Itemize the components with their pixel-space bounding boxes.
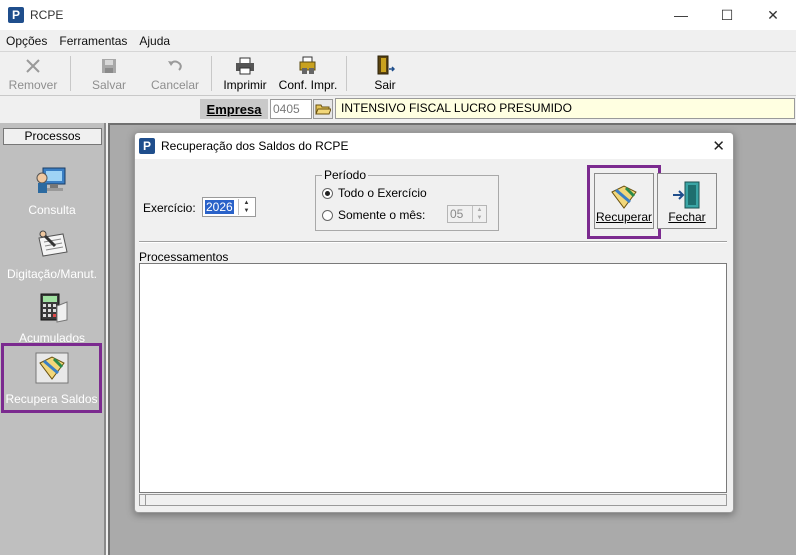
- radio-unselected-icon: [322, 209, 333, 221]
- sidebar-item-digitacao[interactable]: Digitação/Manut.: [3, 221, 101, 285]
- spin-up-icon[interactable]: ▲: [239, 199, 254, 207]
- recuperar-label: Recuperar: [595, 210, 653, 224]
- cancelar-button[interactable]: Cancelar: [143, 52, 207, 95]
- imprimir-label: Imprimir: [223, 78, 267, 92]
- handwriting-icon: [35, 228, 69, 263]
- toolbar: Remover Salvar Cancelar Imprimir Conf. I…: [0, 52, 796, 96]
- periodo-legend: Período: [322, 168, 369, 182]
- radio-somente-label: Somente o mês:: [338, 208, 426, 222]
- recuperar-button[interactable]: Recuperar: [594, 173, 654, 229]
- sidebar-item-label: Digitação/Manut.: [6, 267, 98, 281]
- fechar-button[interactable]: Fechar: [657, 173, 717, 229]
- status-cell: [140, 495, 146, 505]
- remover-label: Remover: [8, 78, 58, 92]
- recover-folder-icon: [611, 185, 637, 209]
- app-logo-icon: P: [8, 7, 24, 23]
- conf-impr-button[interactable]: Conf. Impr.: [274, 52, 342, 95]
- imprimir-button[interactable]: Imprimir: [216, 52, 274, 95]
- menu-ferramentas[interactable]: Ferramentas: [53, 34, 133, 48]
- spin-down-icon[interactable]: ▼: [239, 207, 254, 215]
- dialog-close-button[interactable]: ✕: [712, 137, 725, 155]
- minimize-button[interactable]: —: [658, 0, 704, 30]
- processos-header[interactable]: Processos: [3, 128, 102, 145]
- fechar-label: Fechar: [668, 210, 706, 224]
- radio-todo-label: Todo o Exercício: [338, 186, 427, 200]
- menu-bar: Opções Ferramentas Ajuda: [0, 30, 796, 52]
- floppy-disk-icon: [101, 55, 117, 77]
- mes-spinbox: 05 ▲ ▼: [447, 205, 487, 223]
- salvar-label: Salvar: [91, 78, 126, 92]
- spin-down-icon: ▼: [476, 215, 483, 221]
- exit-door-icon: [375, 55, 395, 77]
- sidebar-item-recupera-saldos[interactable]: Recupera Saldos: [1, 343, 102, 413]
- cancelar-label: Cancelar: [150, 78, 200, 92]
- window-controls: — ☐ ✕: [658, 0, 796, 30]
- empresa-browse-button[interactable]: [313, 99, 333, 119]
- divider: [139, 241, 727, 243]
- sidebar-item-label: Recupera Saldos: [5, 392, 98, 406]
- x-icon: [24, 55, 42, 77]
- exercicio-spin-buttons[interactable]: ▲ ▼: [238, 199, 254, 215]
- empresa-label: Empresa: [200, 99, 268, 119]
- exercicio-spinbox[interactable]: 2026 ▲ ▼: [202, 197, 256, 217]
- radio-todo-exercicio[interactable]: Todo o Exercício: [322, 186, 427, 200]
- exercicio-label: Exercício:: [143, 201, 196, 215]
- dialog-title-bar: P Recuperação dos Saldos do RCPE ✕: [135, 133, 733, 159]
- processos-panel: Processos Consulta Digitação/Manut. Acum…: [0, 123, 106, 555]
- close-window-button[interactable]: ✕: [750, 0, 796, 30]
- sair-button[interactable]: Sair: [351, 52, 419, 95]
- radio-selected-icon: [322, 187, 333, 199]
- folder-open-icon: [315, 104, 331, 115]
- printer-icon: [235, 55, 255, 77]
- dialog-status-bar: [139, 494, 727, 506]
- periodo-group: Período Todo o Exercício Somente o mês: …: [315, 168, 499, 231]
- recuperacao-dialog: P Recuperação dos Saldos do RCPE ✕ Exerc…: [134, 132, 734, 513]
- computer-user-icon: [35, 164, 69, 199]
- mes-value: 05: [450, 207, 464, 221]
- processamentos-log[interactable]: [139, 263, 727, 493]
- empresa-bar: Empresa 0405 INTENSIVO FISCAL LUCRO PRES…: [0, 97, 796, 121]
- exercicio-value: 2026: [205, 200, 234, 214]
- mes-spin-buttons: ▲ ▼: [472, 206, 486, 222]
- title-bar: P RCPE — ☐ ✕: [0, 0, 796, 30]
- empresa-code-field[interactable]: 0405: [270, 99, 312, 119]
- remover-button[interactable]: Remover: [0, 52, 66, 95]
- printer-settings-icon: [298, 55, 318, 77]
- recover-folder-icon: [34, 351, 70, 388]
- sidebar-item-acumulados[interactable]: Acumulados: [3, 285, 101, 349]
- exit-door-icon: [673, 181, 700, 209]
- dialog-app-icon: P: [139, 138, 155, 154]
- app-window: P RCPE — ☐ ✕ Opções Ferramentas Ajuda Re…: [0, 0, 796, 555]
- maximize-button[interactable]: ☐: [704, 0, 750, 30]
- conf-impr-label: Conf. Impr.: [278, 78, 338, 92]
- empresa-name-field: INTENSIVO FISCAL LUCRO PRESUMIDO: [335, 98, 795, 119]
- menu-opcoes[interactable]: Opções: [0, 34, 53, 48]
- menu-ajuda[interactable]: Ajuda: [133, 34, 176, 48]
- toolbar-separator: [346, 56, 347, 91]
- salvar-button[interactable]: Salvar: [75, 52, 143, 95]
- toolbar-separator: [70, 56, 71, 91]
- spin-up-icon: ▲: [476, 207, 483, 213]
- processamentos-label: Processamentos: [139, 250, 229, 264]
- sidebar-item-label: Consulta: [28, 203, 76, 217]
- undo-arrow-icon: [166, 55, 184, 77]
- dialog-title: Recuperação dos Saldos do RCPE: [161, 139, 349, 153]
- calculator-icon: [35, 292, 69, 327]
- radio-somente-mes[interactable]: Somente o mês:: [322, 208, 425, 222]
- toolbar-separator: [211, 56, 212, 91]
- sidebar-item-consulta[interactable]: Consulta: [3, 157, 101, 221]
- window-title: RCPE: [30, 8, 64, 22]
- sair-label: Sair: [374, 78, 396, 92]
